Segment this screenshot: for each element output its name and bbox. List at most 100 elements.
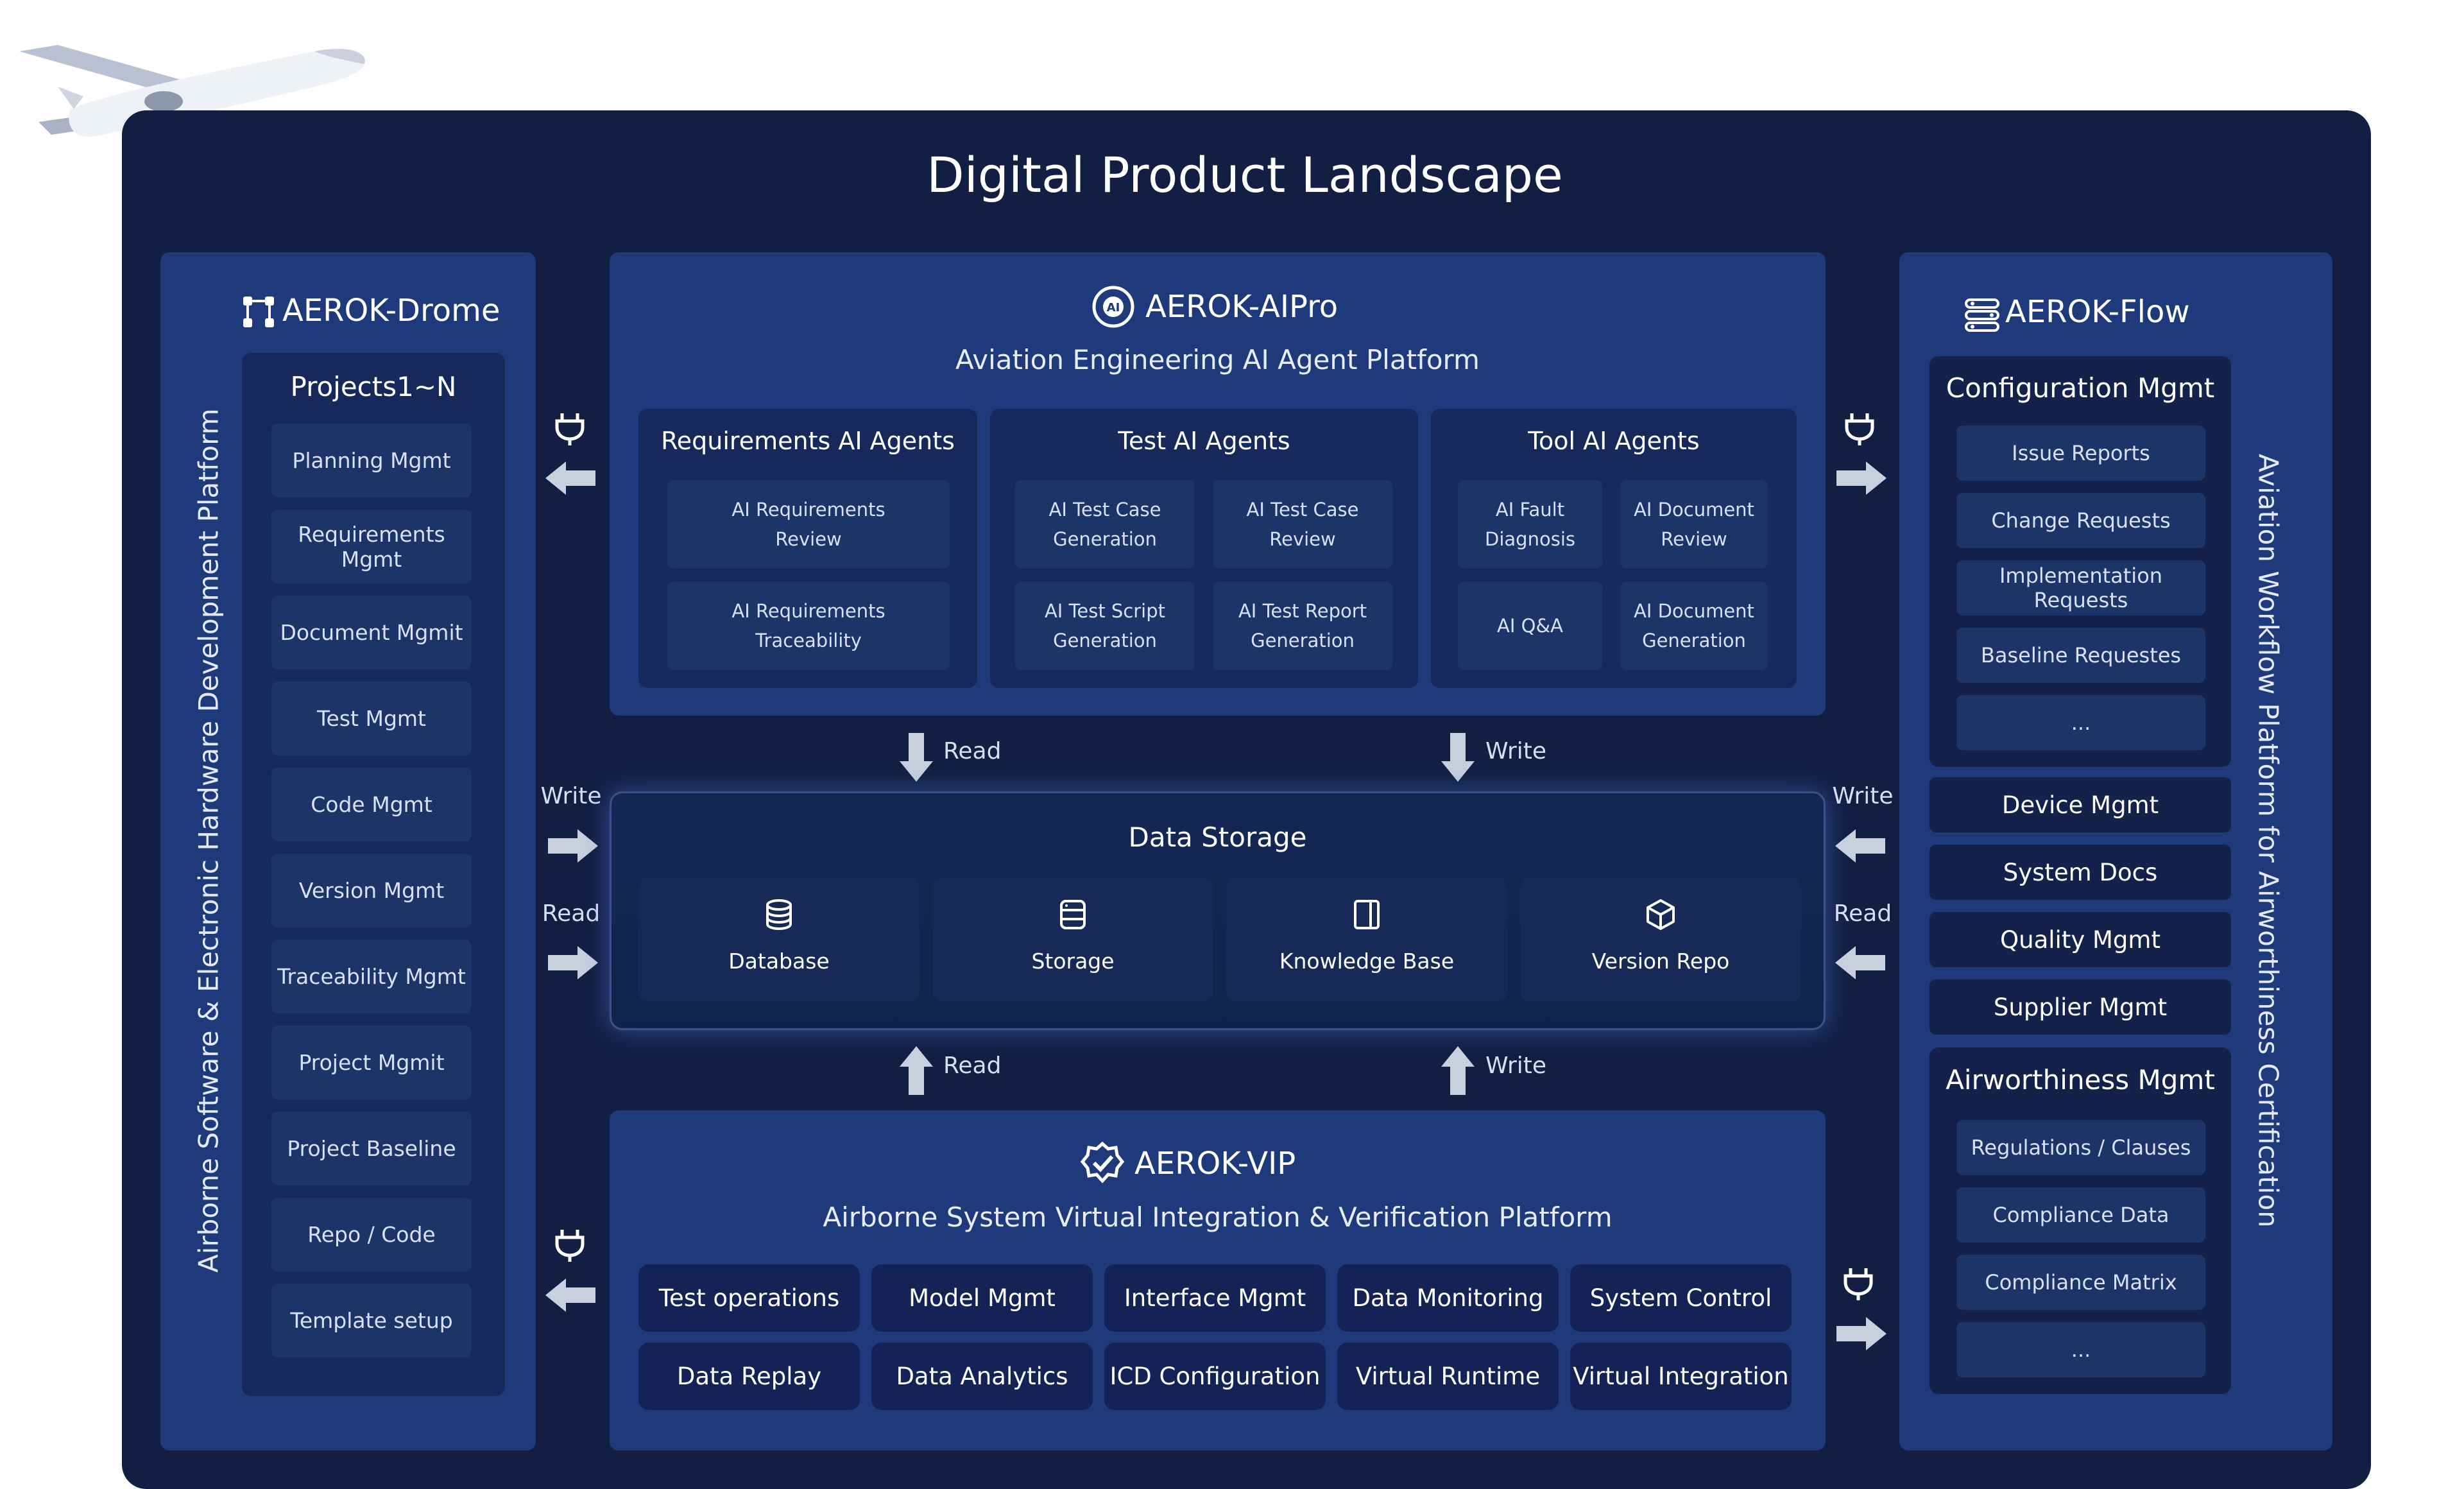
storage-item — [638, 878, 920, 1001]
storage-item — [1520, 878, 1801, 1001]
airworthiness-item: Compliance Data — [1956, 1187, 2205, 1243]
config-item: Baseline Requestes — [1956, 628, 2205, 683]
agent-card-line: AI Document — [1634, 499, 1754, 521]
agent-card: AI Document Generation — [1620, 581, 1768, 670]
agent-card: AI Test Report Generation — [1213, 581, 1392, 670]
drome-item: Project Mgmit — [271, 1026, 472, 1099]
arrow-down-icon — [1441, 733, 1475, 782]
agent-card-line: Generation — [1251, 630, 1355, 651]
agent-card-line: Generation — [1053, 630, 1157, 651]
vip-item: Data Monitoring — [1337, 1264, 1559, 1332]
flow-module: System Docs — [1929, 845, 2231, 900]
arrow-right-icon — [548, 829, 598, 863]
drome-title: AEROK-Drome — [282, 293, 501, 329]
agent-group-title: Test AI Agents — [1118, 427, 1290, 455]
vip-subtitle: Airborne System Virtual Integration & Ve… — [823, 1201, 1613, 1233]
agent-group-title: Tool AI Agents — [1528, 427, 1700, 455]
book-icon — [1351, 899, 1383, 931]
workflow-icon — [1965, 298, 1999, 332]
vip-item: Virtual Runtime — [1337, 1343, 1559, 1410]
agent-card: AI Requirements Traceability — [667, 581, 950, 670]
page-title: Digital Product Landscape — [927, 146, 1563, 203]
nodes-icon — [243, 297, 274, 327]
agent-card-line: Generation — [1642, 630, 1746, 651]
data-storage-title: Data Storage — [1128, 822, 1307, 853]
cube-icon — [1645, 899, 1677, 931]
aipro-title: AEROK-AIPro — [1145, 289, 1339, 325]
agent-card: AI Test Script Generation — [1015, 581, 1195, 670]
drome-item: Planning Mgmt — [271, 424, 472, 497]
drome-item: Requirements Mgmt — [271, 510, 472, 583]
agent-card-line: AI Requirements — [732, 499, 886, 521]
agent-card: AI Test Case Review — [1213, 480, 1392, 569]
config-item: ... — [1956, 695, 2205, 750]
arrow-right-icon — [1836, 461, 1887, 495]
agent-card: AI Fault Diagnosis — [1458, 480, 1602, 569]
flow-module: Quality Mgmt — [1929, 912, 2231, 967]
drome-item: Version Mgmt — [271, 854, 472, 927]
drome-vertical-label: Airborne Software & Electronic Hardware … — [193, 408, 225, 1273]
arrow-up-icon — [900, 1046, 933, 1095]
agent-card-line: AI Requirements — [732, 600, 886, 622]
storage-item-label: Database — [728, 949, 830, 974]
agent-card-line: Review — [775, 528, 842, 550]
agent-card-line: AI Test Case — [1246, 499, 1359, 521]
storage-item-label: Storage — [1031, 949, 1115, 974]
projects-title: Projects1~N — [290, 371, 457, 402]
flow-module: Supplier Mgmt — [1929, 979, 2231, 1035]
agent-card-line: AI Fault — [1495, 499, 1565, 521]
plug-icon — [555, 1230, 585, 1262]
agent-card-line: AI Test Case — [1048, 499, 1161, 521]
vip-read-label: Read — [943, 1053, 1002, 1079]
agent-card-line: AI Document — [1634, 600, 1754, 622]
agent-card-line: AI Q&A — [1497, 615, 1563, 637]
flow-title: AEROK-Flow — [2005, 294, 2190, 330]
flow-vertical-label: Aviation Workflow Platform for Airworthi… — [2252, 454, 2284, 1228]
arrow-right-icon — [548, 946, 598, 979]
vip-title: AEROK-VIP — [1134, 1146, 1296, 1182]
agent-card: AI Document Review — [1620, 480, 1768, 569]
agent-card-line: Diagnosis — [1485, 528, 1575, 550]
plug-icon — [1845, 413, 1874, 445]
verified-icon — [1080, 1141, 1125, 1183]
vip-item: Data Analytics — [871, 1343, 1093, 1410]
airworthiness-title: Airworthiness Mgmt — [1946, 1064, 2215, 1096]
config-item: Change Requests — [1956, 493, 2205, 548]
agent-card-line: Traceability — [755, 630, 862, 651]
flow-write-label: Write — [1832, 783, 1894, 809]
vip-write-label: Write — [1485, 1053, 1547, 1079]
plug-icon — [1844, 1268, 1873, 1300]
config-item: Issue Reports — [1956, 426, 2205, 481]
airworthiness-item: ... — [1956, 1322, 2205, 1377]
vip-item: Test operations — [638, 1264, 860, 1332]
drome-item: Code Mgmt — [271, 768, 472, 841]
vip-item: Interface Mgmt — [1104, 1264, 1326, 1332]
drome-item: Traceability Mgmt — [271, 940, 472, 1013]
arrow-right-icon — [1836, 1317, 1887, 1350]
arrow-left-icon — [1835, 829, 1885, 863]
agent-card-line: Review — [1269, 528, 1336, 550]
drome-write-label: Write — [540, 783, 602, 809]
config-item: Implementation Requests — [1956, 560, 2205, 615]
storage-item-label: Knowledge Base — [1279, 949, 1455, 974]
drome-item: Template setup — [271, 1284, 472, 1357]
storage-item-label: Version Repo — [1591, 949, 1730, 974]
storage-item — [1226, 878, 1507, 1001]
drome-item: Document Mgmit — [271, 596, 472, 669]
agent-card: AI Test Case Generation — [1015, 480, 1195, 569]
airworthiness-item: Regulations / Clauses — [1956, 1120, 2205, 1175]
flow-module: Device Mgmt — [1929, 777, 2231, 832]
aipro-write-label: Write — [1485, 738, 1547, 764]
agent-card: AI Q&A — [1458, 581, 1602, 670]
aipro-subtitle: Aviation Engineering AI Agent Platform — [955, 344, 1480, 375]
agent-card-line: AI Test Report — [1238, 600, 1367, 622]
agent-card: AI Requirements Review — [667, 480, 950, 569]
drome-item: Project Baseline — [271, 1112, 472, 1185]
arrow-left-icon — [545, 461, 595, 495]
agent-group-title: Requirements AI Agents — [661, 427, 955, 455]
arrow-down-icon — [900, 733, 933, 782]
storage-icon — [1057, 899, 1089, 931]
database-icon — [763, 899, 795, 931]
plug-icon — [555, 413, 585, 445]
arrow-up-icon — [1441, 1046, 1475, 1095]
